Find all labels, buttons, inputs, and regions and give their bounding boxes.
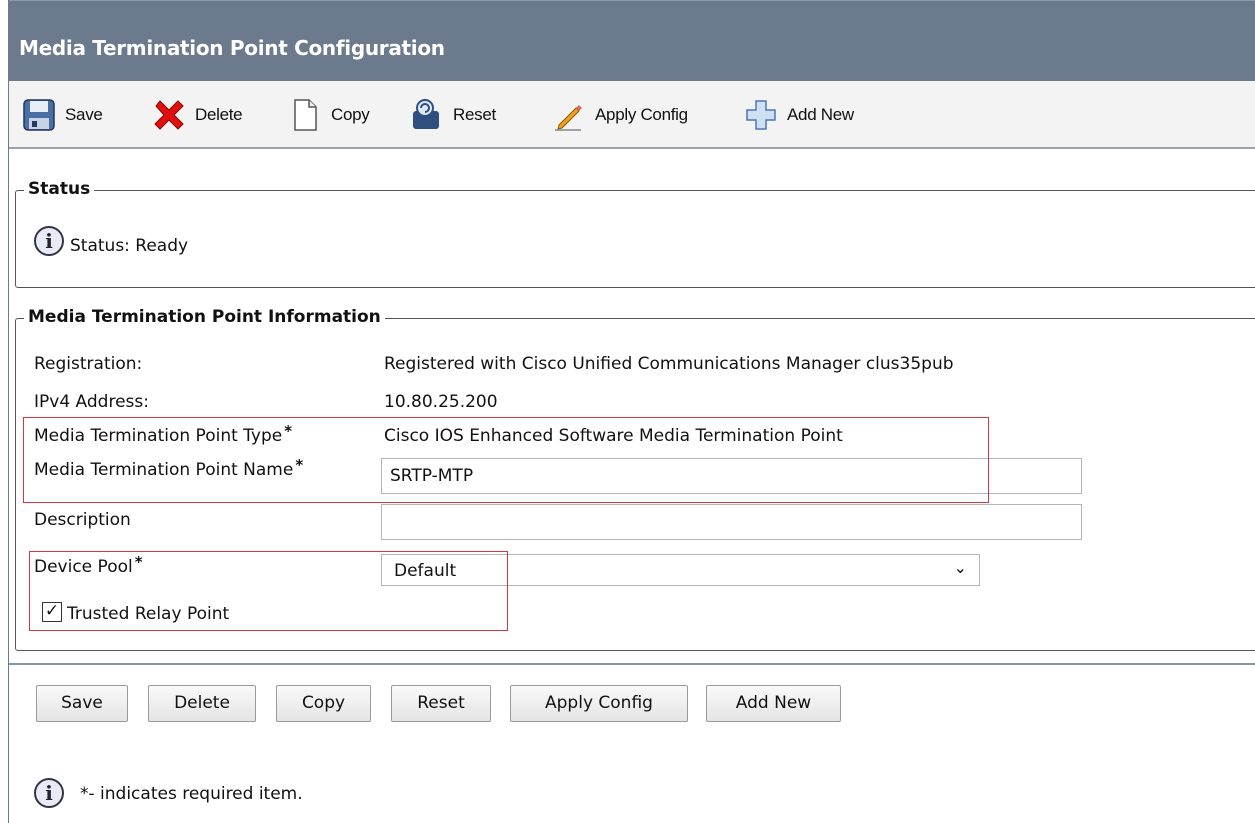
- floppy-disk-icon: [21, 97, 57, 133]
- save-button[interactable]: Save: [36, 685, 128, 722]
- pencil-icon: [551, 97, 587, 133]
- status-section: Status: [15, 179, 1255, 288]
- title-bar: Media Termination Point Configuration: [9, 0, 1255, 82]
- description-input[interactable]: [381, 504, 1082, 540]
- add-new-button[interactable]: Add New: [706, 685, 841, 722]
- toolbar-save-button[interactable]: Save: [21, 95, 103, 135]
- ipv4-label: IPv4 Address:: [34, 392, 149, 412]
- page-title: Media Termination Point Configuration: [19, 36, 445, 60]
- toolbar-delete-label: Delete: [195, 105, 243, 124]
- document-copy-icon: [287, 97, 323, 133]
- toolbar-reset-label: Reset: [453, 105, 496, 124]
- info-icon: i: [34, 778, 64, 808]
- registration-value: Registered with Cisco Unified Communicat…: [384, 354, 954, 374]
- toolbar-apply-config-button[interactable]: Apply Config: [551, 95, 688, 135]
- toolbar-copy-label: Copy: [331, 105, 370, 124]
- red-x-icon: [151, 97, 187, 133]
- info-icon: i: [34, 226, 64, 256]
- toolbar-reset-button[interactable]: Reset: [409, 95, 496, 135]
- toolbar-delete-button[interactable]: Delete: [151, 95, 243, 135]
- status-text: Status: Ready: [70, 236, 189, 256]
- toolbar-apply-config-label: Apply Config: [595, 105, 688, 124]
- delete-button[interactable]: Delete: [148, 685, 256, 722]
- toolbar-copy-button[interactable]: Copy: [287, 95, 370, 135]
- toolbar-add-new-button[interactable]: Add New: [743, 95, 854, 135]
- copy-button[interactable]: Copy: [276, 685, 371, 722]
- info-legend: Media Termination Point Information: [24, 307, 385, 327]
- required-note: *- indicates required item.: [80, 784, 303, 804]
- registration-label: Registration:: [34, 354, 143, 374]
- highlight-box-type-name: [23, 417, 989, 503]
- toolbar: Save Delete Copy Reset Apply Config Add …: [9, 81, 1255, 149]
- description-label: Description: [34, 510, 131, 530]
- section-separator: [9, 663, 1255, 665]
- status-legend: Status: [24, 179, 95, 199]
- toolbar-add-new-label: Add New: [787, 105, 854, 124]
- ipv4-value: 10.80.25.200: [384, 392, 498, 412]
- plus-icon: [743, 97, 779, 133]
- apply-config-button[interactable]: Apply Config: [510, 685, 688, 722]
- reset-icon: [409, 97, 445, 133]
- toolbar-save-label: Save: [65, 105, 103, 124]
- chevron-down-icon: ⌄: [953, 558, 967, 577]
- reset-button[interactable]: Reset: [391, 685, 491, 722]
- highlight-box-device-pool: [29, 551, 508, 631]
